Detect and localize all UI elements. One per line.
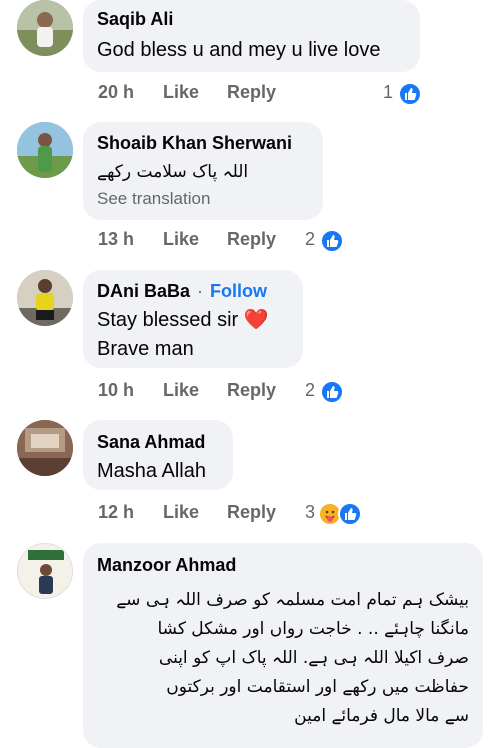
avatar[interactable] [17, 420, 73, 476]
comment-text-line-1: بیشک ہم تمام امت مسلمہ کو صرف اللہ ہی سے [116, 590, 469, 610]
comment-text: اللہ پاک سلامت رکھے [97, 162, 249, 182]
comment-actions: 10 h Like Reply 2 [98, 380, 428, 406]
comment-actions: 13 h Like Reply 2 [98, 229, 428, 255]
author-name[interactable]: Sana Ahmad [97, 431, 219, 453]
follow-button[interactable]: Follow [210, 281, 267, 301]
reaction-count[interactable]: 2 [305, 380, 315, 401]
like-button[interactable]: Like [163, 502, 199, 523]
like-reaction-icon[interactable] [320, 229, 344, 253]
author-name[interactable]: Saqib Ali [97, 8, 406, 30]
author-name-row: DAni BaBa · Follow [97, 280, 289, 302]
reaction-count[interactable]: 2 [305, 229, 315, 250]
reply-button[interactable]: Reply [227, 229, 276, 250]
reply-button[interactable]: Reply [227, 380, 276, 401]
see-translation-link[interactable]: See translation [97, 187, 309, 211]
comment-text: Masha Allah [97, 460, 206, 482]
comment-bubble: Manzoor Ahmad بیشک ہم تمام امت مسلمہ کو … [83, 543, 483, 748]
comment-bubble: Shoaib Khan Sherwani اللہ پاک سلامت رکھے… [83, 122, 323, 220]
comment-bubble: Saqib Ali God bless u and mey u live lov… [83, 0, 420, 72]
timestamp[interactable]: 10 h [98, 380, 134, 401]
like-reaction-icon[interactable] [320, 380, 344, 404]
like-reaction-icon[interactable] [338, 502, 362, 526]
like-button[interactable]: Like [163, 229, 199, 250]
timestamp[interactable]: 12 h [98, 502, 134, 523]
reply-button[interactable]: Reply [227, 502, 276, 523]
comment-text-line-2: Brave man [97, 338, 194, 360]
author-name[interactable]: Manzoor Ahmad [97, 554, 469, 576]
comment-text: God bless u and mey u live love [97, 39, 381, 61]
avatar[interactable] [17, 0, 73, 56]
author-name[interactable]: Shoaib Khan Sherwani [97, 132, 309, 154]
comment-text-line-3: صرف اکیلا اللہ ہی ہے. اللہ پاک اپ کو اپن… [158, 648, 469, 668]
reaction-count[interactable]: 3 [305, 502, 315, 523]
like-button[interactable]: Like [163, 380, 199, 401]
avatar[interactable] [17, 543, 73, 599]
like-button[interactable]: Like [163, 82, 199, 103]
author-name[interactable]: DAni BaBa [97, 281, 190, 301]
comment-actions: 20 h Like Reply 1 [98, 82, 428, 108]
timestamp[interactable]: 13 h [98, 229, 134, 250]
reaction-count[interactable]: 1 [383, 82, 393, 103]
avatar[interactable] [17, 270, 73, 326]
separator-dot: · [197, 281, 204, 301]
comment-text-line-1: Stay blessed sir ❤️ [97, 309, 269, 331]
comment-bubble: Sana Ahmad Masha Allah [83, 420, 233, 490]
comment-text-line-2: مانگنا چاہئے .. . خاجت رواں اور مشکل کشا [157, 619, 469, 639]
timestamp[interactable]: 20 h [98, 82, 134, 103]
avatar[interactable] [17, 122, 73, 178]
comment-bubble: DAni BaBa · Follow Stay blessed sir ❤️ B… [83, 270, 303, 368]
comment-actions: 12 h Like Reply 3 [98, 502, 428, 528]
comment-text-line-5: سے مالا مال فرمائے امین [294, 706, 469, 726]
reply-button[interactable]: Reply [227, 82, 276, 103]
comment-text-line-4: حفاظت میں رکھے اور استقامت اور برکتوں [166, 677, 469, 697]
like-reaction-icon[interactable] [398, 82, 422, 106]
